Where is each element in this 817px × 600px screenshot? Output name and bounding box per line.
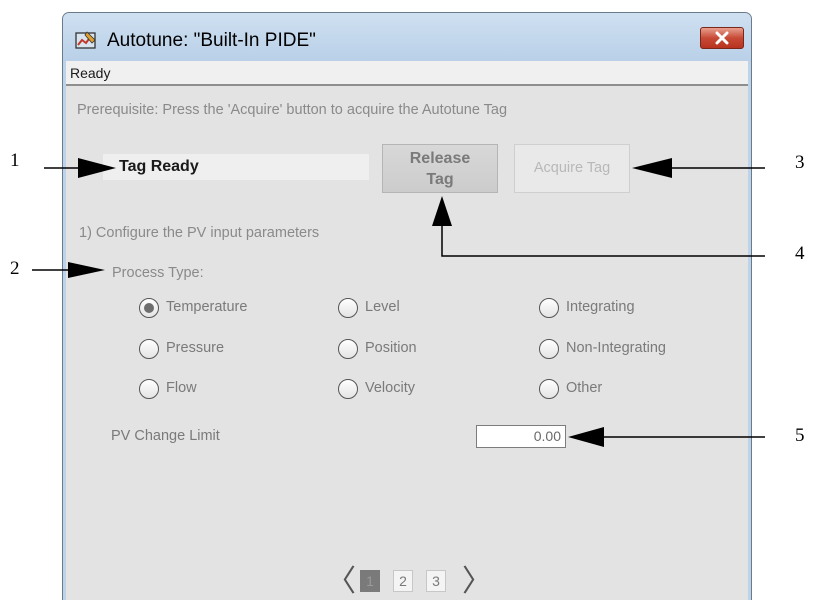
callout-label-1: 1 <box>10 150 20 171</box>
callout-label-2: 2 <box>10 258 20 279</box>
callout-arrow-4 <box>441 222 765 257</box>
callout-arrows <box>32 158 765 447</box>
callout-label-5: 5 <box>795 425 805 446</box>
callout-label-3: 3 <box>795 152 805 173</box>
callout-label-4: 4 <box>795 243 805 264</box>
